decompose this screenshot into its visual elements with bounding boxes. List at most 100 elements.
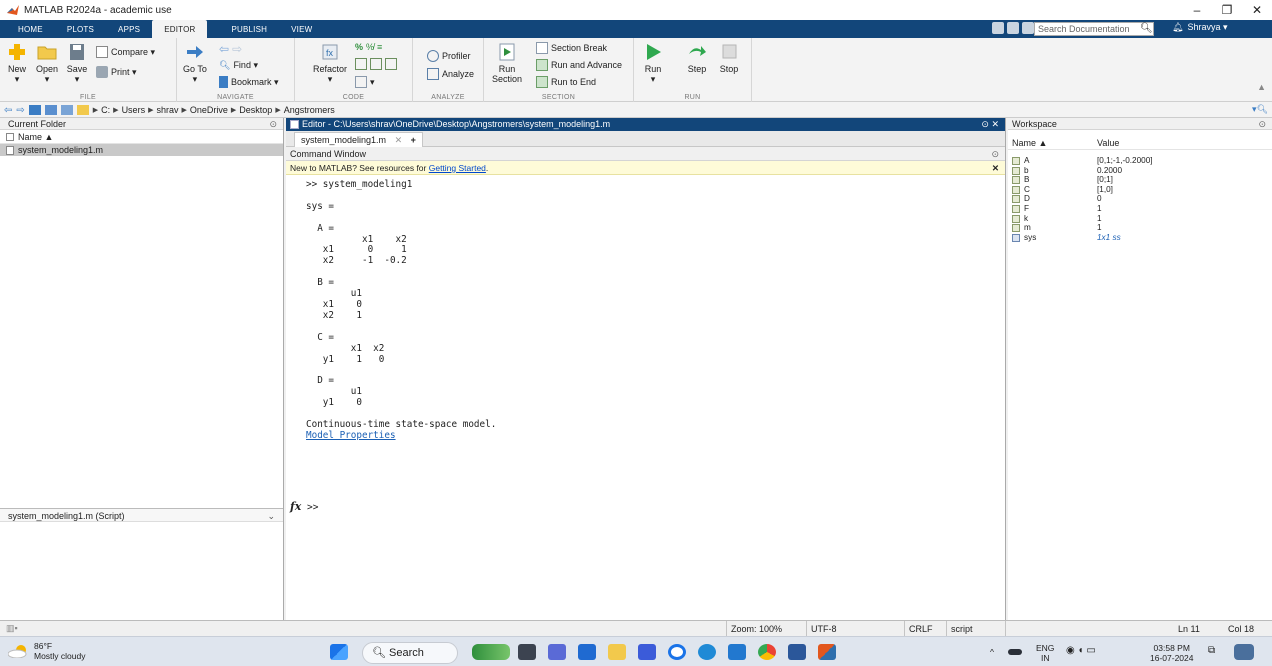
name-column[interactable]: Name ▲ bbox=[1012, 138, 1047, 148]
details-expand-icon[interactable]: ⌄ bbox=[267, 509, 275, 523]
cortana-icon[interactable] bbox=[668, 644, 686, 660]
compare-button[interactable]: Compare ▾ bbox=[96, 46, 155, 58]
workspace-row[interactable]: sys 1x1 ss bbox=[1008, 233, 1272, 243]
cut-icon[interactable] bbox=[1007, 22, 1019, 34]
workspace-row[interactable]: b 0.2000 bbox=[1008, 166, 1272, 176]
up-folder-icon[interactable] bbox=[28, 104, 41, 115]
save-button[interactable]: Save ▾ bbox=[66, 42, 88, 84]
editor-close-icon[interactable]: ⊙ ✕ bbox=[981, 118, 999, 131]
details-header[interactable]: system_modeling1.m (Script) ⌄ bbox=[0, 508, 283, 522]
file-explorer-icon[interactable] bbox=[608, 644, 626, 660]
step-button[interactable]: Step bbox=[686, 42, 708, 74]
breadcrumb-shrav[interactable]: shrav bbox=[156, 105, 178, 115]
pen-app-icon[interactable] bbox=[638, 644, 656, 660]
value-column[interactable]: Value bbox=[1097, 136, 1119, 150]
decrease-indent-icon[interactable] bbox=[385, 58, 397, 70]
user-name[interactable]: Shravya ▾ bbox=[1187, 22, 1227, 33]
tab-apps[interactable]: APPS bbox=[106, 20, 152, 38]
model-properties-link[interactable]: Model Properties bbox=[306, 430, 396, 441]
forward-icon[interactable]: ⇨ bbox=[16, 105, 24, 116]
workspace-row[interactable]: D0 bbox=[1008, 194, 1272, 204]
weather-widget[interactable]: 86°F Mostly cloudy bbox=[34, 641, 86, 661]
weather-cloud-icon[interactable] bbox=[7, 644, 28, 659]
workspace-row[interactable]: k1 bbox=[1008, 214, 1272, 224]
chrome-icon[interactable] bbox=[758, 644, 776, 660]
increase-indent-icon[interactable] bbox=[370, 58, 382, 70]
panel-menu-icon[interactable]: ⊙ bbox=[269, 118, 277, 130]
new-button[interactable]: New ▾ bbox=[6, 42, 28, 84]
tab-publish[interactable]: PUBLISH bbox=[219, 20, 279, 38]
section-break-button[interactable]: Section Break bbox=[536, 42, 607, 54]
store-icon[interactable] bbox=[578, 644, 596, 660]
teams-icon[interactable] bbox=[548, 644, 566, 660]
tab-close-icon[interactable]: ✕ bbox=[395, 135, 403, 145]
back-forward-buttons[interactable]: ⇦ ⇨ bbox=[219, 42, 242, 56]
edge-browser-icon[interactable] bbox=[698, 644, 716, 660]
bell-icon[interactable]: 🔔︎ bbox=[1172, 22, 1183, 33]
browse-folder-icon[interactable] bbox=[44, 104, 57, 115]
comment-buttons[interactable]: % %̸ ≡ bbox=[355, 42, 382, 52]
search-documentation-input[interactable]: Search Documentation bbox=[1034, 22, 1154, 36]
run-button[interactable]: Run ▾ bbox=[642, 42, 664, 84]
breadcrumb-desktop[interactable]: Desktop bbox=[239, 105, 272, 115]
tab-view[interactable]: VIEW bbox=[279, 20, 324, 38]
indent-buttons[interactable] bbox=[355, 58, 397, 70]
search-icon[interactable]: 🔍︎ bbox=[1140, 23, 1153, 34]
command-menu-icon[interactable]: ⊙ bbox=[991, 147, 999, 161]
stop-button[interactable]: Stop bbox=[718, 42, 740, 74]
workspace-row[interactable]: B [0;1] bbox=[1008, 175, 1272, 185]
name-column-header[interactable]: Name ▲ bbox=[0, 130, 283, 144]
find-button[interactable]: 🔍︎ Find ▾ bbox=[219, 60, 258, 71]
tab-home[interactable]: HOME bbox=[6, 20, 55, 38]
profile-avatar-icon[interactable] bbox=[1234, 644, 1254, 660]
taskbar-search[interactable]: 🔍︎ Search bbox=[362, 642, 458, 664]
task-view-icon[interactable] bbox=[518, 644, 536, 660]
wrap-comment-icon[interactable]: ≡ bbox=[377, 42, 382, 52]
run-to-end-button[interactable]: Run to End bbox=[536, 76, 596, 88]
profiler-button[interactable]: Profiler bbox=[427, 50, 471, 62]
tray-onedrive-icon[interactable] bbox=[1008, 649, 1022, 655]
file-row[interactable]: system_modeling1.m bbox=[0, 144, 283, 156]
print-button[interactable]: Print ▾ bbox=[96, 66, 137, 78]
open-button[interactable]: Open ▾ bbox=[36, 42, 58, 84]
add-tab-button[interactable]: + bbox=[411, 135, 416, 145]
uncomment-icon[interactable]: %̸ bbox=[366, 42, 374, 52]
workspace-row[interactable]: A [0,1;-1,-0.2000] bbox=[1008, 156, 1272, 166]
function-hints-button[interactable]: ▾ bbox=[355, 76, 375, 88]
address-search-icon[interactable]: ▾🔍︎ bbox=[1252, 104, 1268, 115]
notice-close-icon[interactable]: ✕ bbox=[992, 161, 999, 175]
minimize-button[interactable]: – bbox=[1182, 0, 1212, 20]
editor-tab-file[interactable]: system_modeling1.m ✕ + bbox=[294, 132, 423, 147]
analyze-button[interactable]: Analyze bbox=[427, 68, 474, 80]
wifi-volume-battery-icons[interactable]: ◉ ◖ ▭ bbox=[1066, 646, 1096, 656]
breadcrumb-onedrive[interactable]: OneDrive bbox=[190, 105, 228, 115]
close-button[interactable]: ✕ bbox=[1242, 0, 1272, 20]
tab-editor[interactable]: EDITOR bbox=[152, 20, 208, 38]
back-arrow-icon[interactable]: ⇦ bbox=[219, 42, 229, 56]
breadcrumb-c[interactable]: C: bbox=[101, 105, 110, 115]
command-prompt[interactable]: fx >> bbox=[290, 500, 318, 513]
smart-indent-icon[interactable] bbox=[355, 58, 367, 70]
game-widget-icon[interactable] bbox=[472, 644, 510, 660]
workspace-row[interactable]: C [1,0] bbox=[1008, 185, 1272, 195]
collapse-ribbon-icon[interactable]: ▲ bbox=[1257, 82, 1266, 92]
tab-plots[interactable]: PLOTS bbox=[55, 20, 106, 38]
tray-chevron-icon[interactable]: ^ bbox=[990, 647, 994, 657]
user-menu[interactable]: 🔔︎ Shravya ▾ bbox=[1172, 22, 1227, 33]
breadcrumb-angstromers[interactable]: Angstromers bbox=[284, 105, 335, 115]
getting-started-link[interactable]: Getting Started bbox=[429, 163, 486, 173]
windows-start-icon[interactable] bbox=[330, 644, 348, 660]
matlab-taskbar-icon[interactable] bbox=[818, 644, 836, 660]
language-indicator[interactable]: ENG IN bbox=[1036, 643, 1054, 663]
workspace-row[interactable]: m1 bbox=[1008, 223, 1272, 233]
vscode-icon[interactable] bbox=[728, 644, 746, 660]
run-advance-button[interactable]: Run and Advance bbox=[536, 59, 622, 71]
save-quick-icon[interactable] bbox=[992, 22, 1004, 34]
workspace-row[interactable]: F1 bbox=[1008, 204, 1272, 214]
refactor-button[interactable]: fx Refactor ▾ bbox=[313, 42, 347, 84]
forward-arrow-icon[interactable]: ⇨ bbox=[232, 42, 242, 56]
bookmark-button[interactable]: Bookmark ▾ bbox=[219, 76, 279, 88]
word-icon[interactable] bbox=[788, 644, 806, 660]
clock[interactable]: 03:58 PM 16-07-2024 bbox=[1150, 643, 1193, 663]
back-icon[interactable]: ⇦ bbox=[4, 105, 12, 116]
